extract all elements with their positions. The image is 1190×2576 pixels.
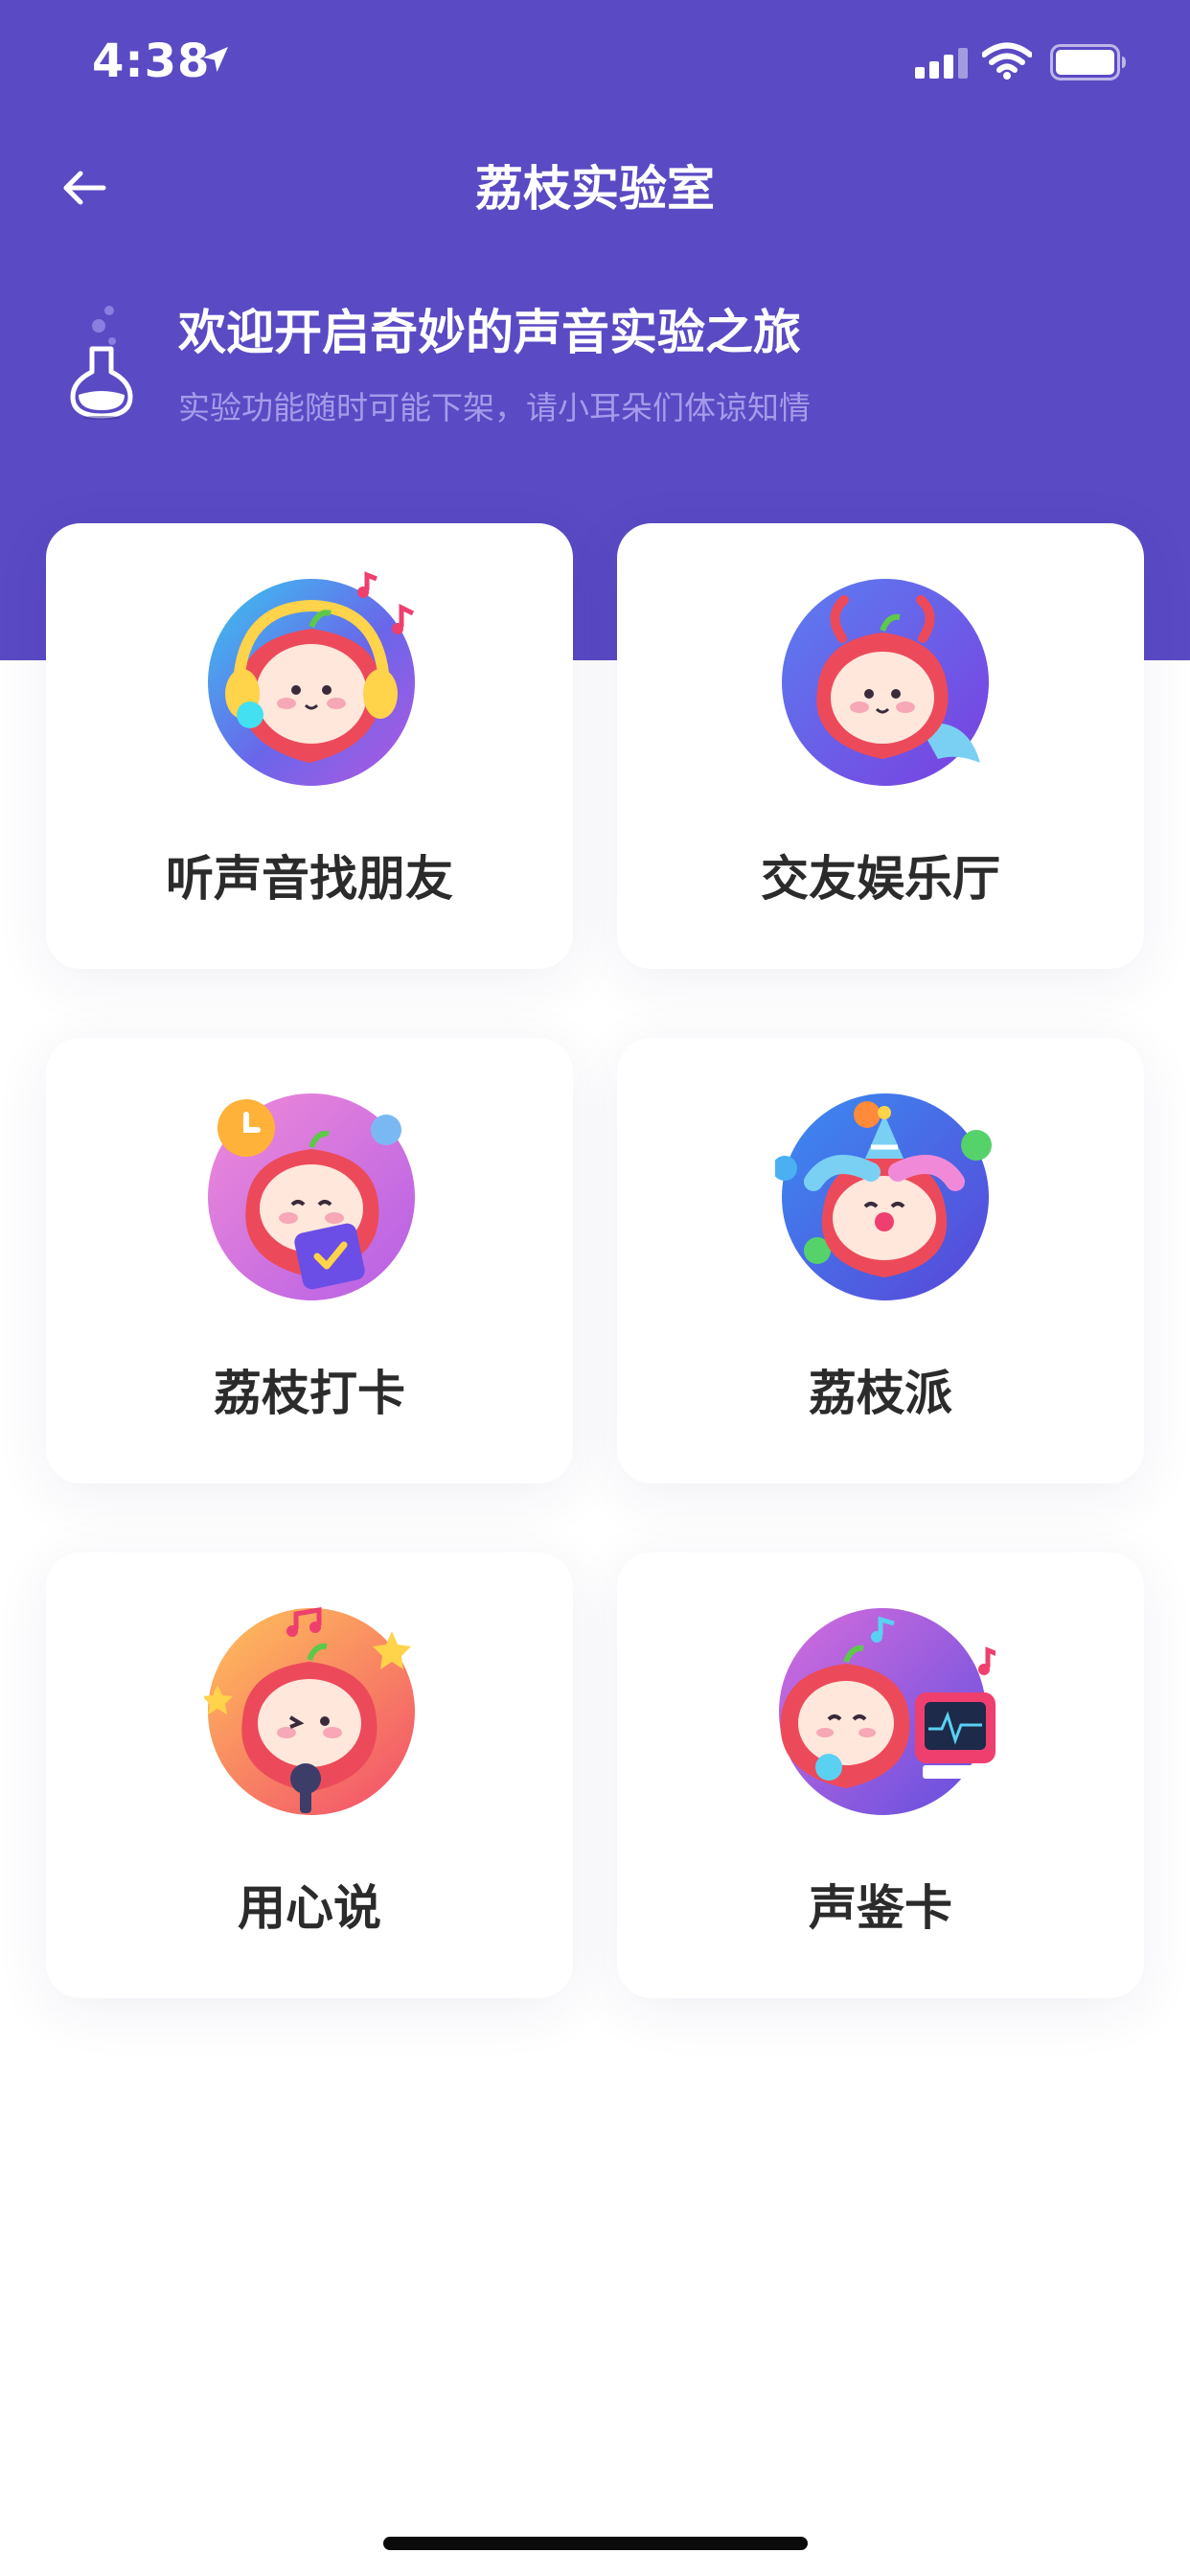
feature-card-label: 用心说 <box>238 1880 381 1936</box>
feature-card-label: 听声音找朋友 <box>166 851 453 907</box>
welcome-subtitle: 实验功能随时可能下架，请小耳朵们体谅知情 <box>178 389 811 426</box>
page-title: 荔枝实验室 <box>475 161 715 217</box>
capricorn-mascot-icon <box>782 579 989 786</box>
feature-card-listen-find-friends[interactable]: 听声音找朋友 <box>46 523 573 969</box>
status-bar: 4:38 <box>0 0 1190 126</box>
feature-card-speak-from-heart[interactable]: 用心说 <box>46 1552 573 1998</box>
headphones-mascot-icon <box>208 571 415 786</box>
feature-card-label: 交友娱乐厅 <box>761 851 1000 907</box>
home-indicator <box>383 2537 808 2550</box>
feature-card-label: 荔枝派 <box>809 1366 952 1421</box>
feature-card-label: 声鉴卡 <box>809 1880 952 1936</box>
feature-card-voice-appraisal-card[interactable]: 声鉴卡 <box>617 1552 1144 1998</box>
checkin-mascot-icon <box>208 1093 415 1300</box>
cellular-signal-icon <box>915 48 969 84</box>
feature-card-lizhi-checkin[interactable]: 荔枝打卡 <box>46 1038 573 1484</box>
microphone-mascot-icon <box>204 1607 415 1815</box>
party-mascot-icon <box>775 1093 992 1300</box>
feature-card-social-hall[interactable]: 交友娱乐厅 <box>617 523 1144 969</box>
voice-monitor-mascot-icon <box>779 1608 995 1815</box>
location-arrow-icon <box>201 45 230 78</box>
flask-icon <box>67 305 136 424</box>
battery-icon <box>1050 44 1127 84</box>
welcome-title: 欢迎开启奇妙的声音实验之旅 <box>178 305 801 360</box>
feature-card-label: 荔枝打卡 <box>214 1366 405 1421</box>
status-time: 4:38 <box>92 34 211 88</box>
feature-card-lizhi-party[interactable]: 荔枝派 <box>617 1038 1144 1484</box>
wifi-icon <box>981 42 1033 84</box>
